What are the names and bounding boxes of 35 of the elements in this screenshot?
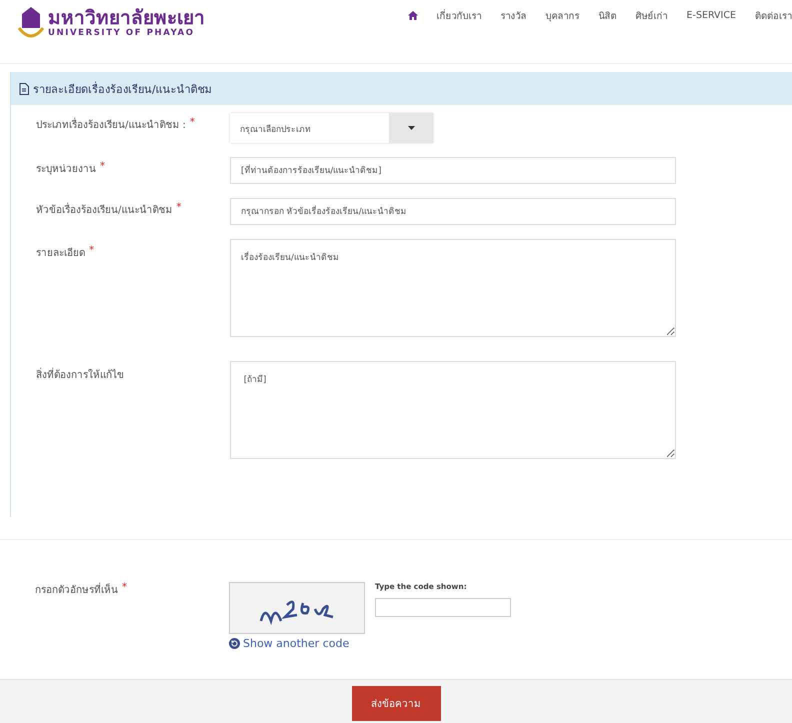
nav-link[interactable]: ติดต่อเรา: [755, 8, 792, 23]
field-label: ประเภทเรื่องร้องเรียน/แนะนำติชม :: [36, 113, 186, 132]
caret-icon: [408, 126, 414, 130]
document-icon: [19, 82, 29, 94]
nav-link[interactable]: นิสิต: [598, 8, 617, 23]
required-mark: *: [100, 160, 105, 172]
nav-link[interactable]: ศิษย์เก่า: [636, 8, 668, 23]
required-mark: *: [89, 244, 94, 256]
field-label: ระบุหน่วยงาน: [36, 163, 96, 176]
input-field[interactable]: กรุณากรอก หัวข้อเรื่องร้องเรียน/แนะนำติชม: [230, 198, 676, 225]
university-emblem-icon: [18, 6, 44, 40]
nav-link[interactable]: บุคลากร: [546, 8, 580, 23]
show-another-code-link[interactable]: Show another code: [229, 637, 365, 650]
nav-link[interactable]: รางวัล: [500, 8, 527, 23]
dropdown-button[interactable]: [389, 113, 433, 143]
captcha-input[interactable]: [375, 598, 511, 617]
required-mark: *: [176, 201, 182, 213]
field-label: หัวข้อเรื่องร้องเรียน/แนะนำติชม: [36, 198, 172, 217]
nav-link[interactable]: E-SERVICE: [686, 10, 736, 21]
university-name-english: UNIVERSITY OF PHAYAO: [48, 28, 196, 38]
panel-title: รายละเอียดเรื่องร้องเรียน/แนะนำติชม: [33, 80, 212, 98]
home-icon[interactable]: [408, 11, 418, 20]
required-mark: *: [190, 116, 195, 128]
nav-link[interactable]: เกี่ยวกับเรา: [436, 8, 482, 23]
text-area[interactable]: [ถ้ามี]: [230, 361, 676, 459]
type-select[interactable]: กรุณาเลือกประเภท: [230, 113, 433, 143]
field-label: รายละเอียด: [36, 246, 85, 260]
text-area[interactable]: เรื่องร้องเรียน/แนะนำติชม: [230, 239, 676, 337]
input-field[interactable]: [ที่ท่านต้องการร้องเรียน/แนะนำติชม]: [230, 157, 676, 184]
submit-button[interactable]: ส่งข้อความ: [352, 686, 440, 721]
university-name: มหาวิทยาลัยพะเยา: [48, 8, 205, 28]
captcha-label: กรอกตัวอักษรที่เห็น: [35, 582, 118, 597]
refresh-icon: [229, 638, 240, 649]
required-mark: *: [122, 582, 127, 593]
field-label: สิ่งที่ต้องการให้แก้ไข: [36, 361, 124, 382]
